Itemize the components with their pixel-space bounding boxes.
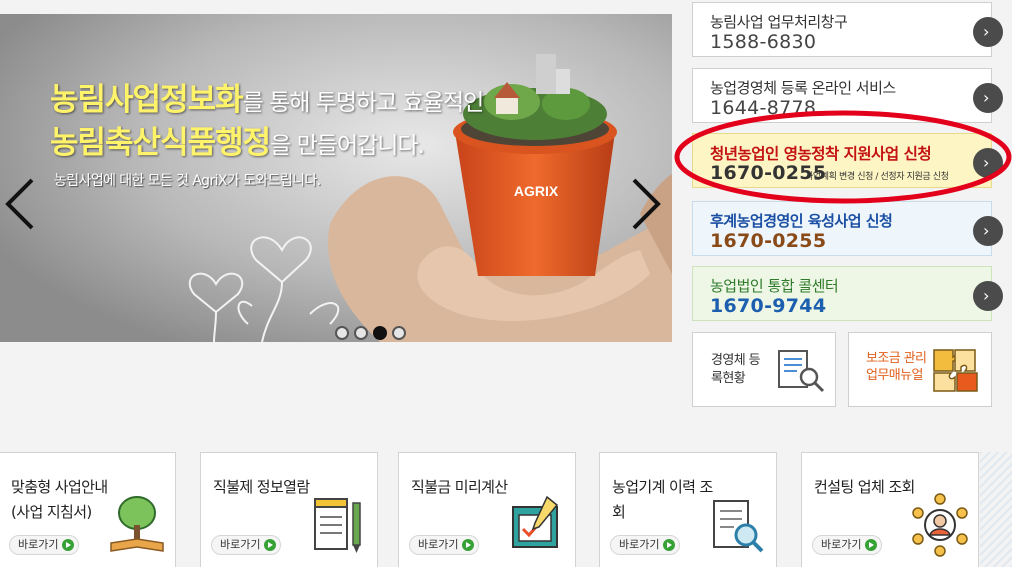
slider-dot-3[interactable]: [373, 326, 387, 340]
chevron-right-icon[interactable]: ›: [973, 83, 1003, 113]
go-button-label: 바로가기: [220, 538, 261, 551]
headline-1-accent: 농림사업정보화: [50, 82, 244, 118]
main-banner-slider[interactable]: AGRIX 농림사업정보화를 통해 투명하고 효율적인 농림축산식품행정을 만들…: [0, 14, 672, 342]
headline-line-1: 농림사업정보화를 통해 투명하고 효율적인: [50, 80, 485, 123]
service-item-farm-registration[interactable]: 농업경영체 등록 온라인 서비스 1644-8778 ›: [692, 68, 1003, 123]
service-item-young-farmer-support[interactable]: 청년농업인 영농정착 지원사업 신청 1670-0255 사업계획 변경 신청 …: [692, 133, 1003, 188]
go-button[interactable]: 바로가기: [409, 535, 479, 555]
go-button-label: 바로가기: [418, 538, 459, 551]
farm-registration-status-tile[interactable]: 경영체 등록현황: [692, 332, 836, 407]
chevron-right-icon[interactable]: ›: [973, 148, 1003, 178]
service-title: 후계농업경영인 육성사업 신청: [710, 212, 893, 230]
quick-card-business-guide[interactable]: 맞춤형 사업안내 (사업 지침서) 바로가기: [0, 452, 176, 567]
arrow-circle-icon: [264, 539, 276, 551]
pot-logo-text: AGRIX: [514, 183, 559, 199]
quick-card-machinery-history[interactable]: 농업기계 이력 조회 바로가기: [599, 452, 777, 567]
service-phone: 1670-0255: [710, 230, 827, 252]
arrow-circle-icon: [462, 539, 474, 551]
go-button[interactable]: 바로가기: [610, 535, 680, 555]
slider-pagination: [335, 326, 406, 340]
headline-2-accent: 농림축산식품행정: [50, 125, 271, 161]
slider-dot-4[interactable]: [392, 326, 406, 340]
slider-subtext: 농림사업에 대한 모든 것 AgriX가 도와드립니다.: [54, 173, 321, 189]
arrow-circle-icon: [663, 539, 675, 551]
slider-caption: 농림사업정보화를 통해 투명하고 효율적인 농림축산식품행정을 만들어갑니다. …: [50, 80, 485, 190]
service-title: 농업법인 통합 콜센터: [710, 277, 839, 295]
calculator-pen-icon: [512, 495, 559, 548]
service-phone: 1644-8778: [710, 97, 817, 119]
decorative-stripe: [980, 452, 1012, 567]
go-button[interactable]: 바로가기: [211, 535, 281, 555]
arrow-circle-icon: [62, 539, 74, 551]
headline-2-rest: 을 만들어갑니다.: [270, 133, 425, 159]
headline-1-rest: 를 통해 투명하고 효율적인: [242, 90, 485, 116]
consultant-network-icon: [912, 493, 968, 557]
chevron-right-icon[interactable]: ›: [973, 17, 1003, 47]
document-search-icon: [778, 350, 825, 393]
headline-line-2: 농림축산식품행정을 만들어갑니다.: [50, 123, 483, 166]
subsidy-manual-tile[interactable]: 보조금 관리 업무매뉴얼: [848, 332, 992, 407]
go-button-label: 바로가기: [821, 538, 862, 551]
service-phone: 1588-6830: [710, 31, 817, 53]
go-button[interactable]: 바로가기: [812, 535, 882, 555]
chevron-right-icon[interactable]: ›: [973, 216, 1003, 246]
go-button-label: 바로가기: [18, 538, 59, 551]
quick-card-payment-calculator[interactable]: 직불금 미리계산 바로가기: [398, 452, 576, 567]
tile-label: 보조금 관리 업무매뉴얼: [866, 351, 927, 383]
puzzle-icon: [933, 349, 978, 392]
chevron-left-icon[interactable]: [2, 174, 38, 234]
quick-card-consulting-search[interactable]: 컨설팅 업체 조회 바로가기: [801, 452, 979, 567]
slider-dot-1[interactable]: [335, 326, 349, 340]
chevron-right-icon[interactable]: [628, 174, 664, 234]
service-title: 농업경영체 등록 온라인 서비스: [710, 79, 896, 97]
notepad-pencil-icon: [314, 498, 361, 553]
tile-label: 경영체 등록현황: [711, 353, 761, 386]
service-title: 농림사업 업무처리창구: [710, 13, 848, 31]
tree-book-icon: [110, 496, 164, 552]
service-phone: 1670-9744: [710, 295, 827, 317]
service-item-farm-corporation[interactable]: 농업법인 통합 콜센터 1670-9744 ›: [692, 266, 1003, 321]
chevron-right-icon[interactable]: ›: [973, 281, 1003, 311]
service-item-successor-farmer[interactable]: 후계농업경영인 육성사업 신청 1670-0255 ›: [692, 201, 1003, 256]
service-note: 사업계획 변경 신청 / 선정자 지원금 신청: [805, 172, 949, 182]
arrow-circle-icon: [865, 539, 877, 551]
document-magnifier-icon: [713, 500, 764, 553]
quick-card-direct-payment-info[interactable]: 직불제 정보열람 바로가기: [200, 452, 378, 567]
service-item-business-desk[interactable]: 농림사업 업무처리창구 1588-6830 ›: [692, 2, 1003, 57]
go-button-label: 바로가기: [619, 538, 660, 551]
service-title: 청년농업인 영농정착 지원사업 신청: [710, 145, 932, 163]
slider-dot-2[interactable]: [354, 326, 368, 340]
go-button[interactable]: 바로가기: [9, 535, 79, 555]
